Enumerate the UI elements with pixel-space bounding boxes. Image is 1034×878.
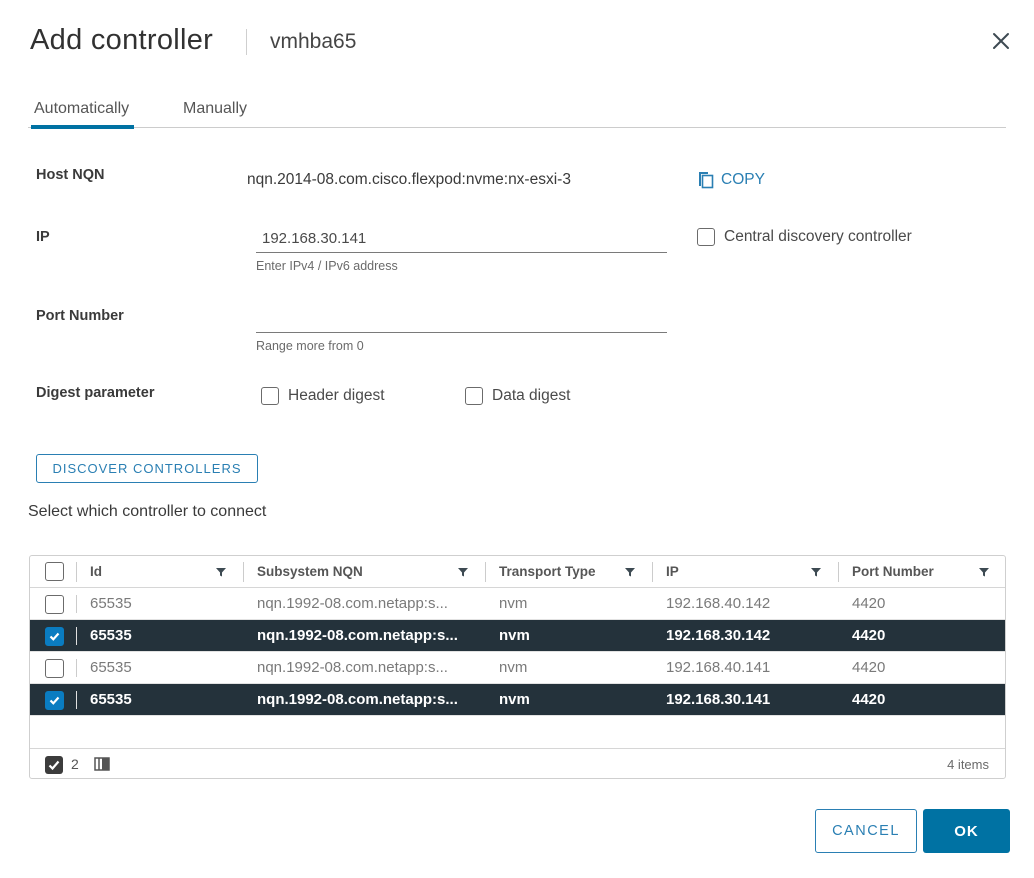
host-nqn-value: nqn.2014-08.com.cisco.flexpod:nvme:nx-es… bbox=[247, 171, 571, 188]
column-separator[interactable] bbox=[243, 562, 244, 582]
column-header-ip[interactable]: IP bbox=[666, 556, 679, 587]
cell-port-number: 4420 bbox=[852, 691, 886, 708]
checkbox-box bbox=[261, 387, 279, 405]
cancel-button[interactable]: CANCEL bbox=[815, 809, 917, 853]
table-row[interactable]: 65535 nqn.1992-08.com.netapp:s... nvm 192.1… bbox=[30, 652, 1005, 684]
check-icon bbox=[49, 696, 60, 705]
cell-port-number: 4420 bbox=[852, 659, 886, 676]
column-header-transport-type[interactable]: Transport Type bbox=[499, 556, 596, 587]
ip-input[interactable] bbox=[256, 225, 667, 253]
filter-icon[interactable] bbox=[624, 566, 636, 578]
cell-port-number: 4420 bbox=[852, 627, 886, 644]
ok-button[interactable]: OK bbox=[923, 809, 1010, 853]
grid-footer: 2 4 items bbox=[30, 748, 1005, 778]
column-separator bbox=[76, 595, 77, 613]
column-separator[interactable] bbox=[838, 562, 839, 582]
title-divider bbox=[246, 29, 247, 55]
data-digest-checkbox[interactable]: Data digest bbox=[465, 387, 570, 405]
selected-count: 2 bbox=[71, 756, 79, 772]
selected-count-checkbox bbox=[45, 756, 63, 774]
row-checkbox[interactable] bbox=[45, 691, 64, 710]
filter-icon[interactable] bbox=[810, 566, 822, 578]
table-row[interactable]: 65535 nqn.1992-08.com.netapp:s... nvm 192.1… bbox=[30, 588, 1005, 620]
cell-id: 65535 bbox=[90, 595, 132, 612]
column-separator bbox=[76, 562, 77, 582]
cell-id: 65535 bbox=[90, 691, 132, 708]
check-icon bbox=[49, 632, 60, 641]
cell-subsystem-nqn: nqn.1992-08.com.netapp:s... bbox=[257, 659, 448, 676]
port-label: Port Number bbox=[36, 308, 124, 324]
cell-subsystem-nqn: nqn.1992-08.com.netapp:s... bbox=[257, 595, 448, 612]
row-checkbox[interactable] bbox=[45, 659, 64, 678]
header-digest-checkbox[interactable]: Header digest bbox=[261, 387, 385, 405]
dialog-subtitle: vmhba65 bbox=[270, 30, 357, 53]
port-helper: Range more from 0 bbox=[256, 339, 364, 353]
checkbox-box bbox=[465, 387, 483, 405]
cell-transport-type: nvm bbox=[499, 627, 530, 644]
tab-automatically[interactable]: Automatically bbox=[30, 100, 135, 129]
controllers-grid: Id Subsystem NQN Transport Type IP Port … bbox=[29, 555, 1006, 779]
ip-label: IP bbox=[36, 229, 50, 245]
column-separator[interactable] bbox=[652, 562, 653, 582]
cell-ip: 192.168.30.142 bbox=[666, 627, 771, 644]
tab-bar: Automatically Manually bbox=[28, 96, 1006, 129]
row-checkbox[interactable] bbox=[45, 627, 64, 646]
column-toggle-icon[interactable] bbox=[94, 757, 110, 771]
copy-label: COPY bbox=[721, 171, 765, 188]
copy-button[interactable]: COPY bbox=[697, 170, 765, 190]
column-header-id[interactable]: Id bbox=[90, 556, 102, 587]
cell-transport-type: nvm bbox=[499, 659, 528, 676]
select-prompt: Select which controller to connect bbox=[28, 503, 267, 520]
table-row[interactable]: 65535 nqn.1992-08.com.netapp:s... nvm 192.1… bbox=[30, 684, 1005, 716]
filter-icon[interactable] bbox=[215, 566, 227, 578]
column-separator[interactable] bbox=[485, 562, 486, 582]
cell-id: 65535 bbox=[90, 627, 132, 644]
close-icon[interactable] bbox=[990, 30, 1012, 52]
item-count: 4 items bbox=[947, 757, 989, 772]
row-checkbox[interactable] bbox=[45, 595, 64, 614]
data-digest-label: Data digest bbox=[492, 387, 571, 404]
cell-transport-type: nvm bbox=[499, 691, 530, 708]
tab-manually[interactable]: Manually bbox=[183, 100, 247, 128]
select-all-checkbox[interactable] bbox=[45, 562, 64, 581]
filter-icon[interactable] bbox=[457, 566, 469, 578]
copy-icon bbox=[699, 172, 714, 189]
discover-controllers-button[interactable]: DISCOVER CONTROLLERS bbox=[36, 454, 258, 483]
dialog-title: Add controller bbox=[30, 24, 214, 56]
cell-subsystem-nqn: nqn.1992-08.com.netapp:s... bbox=[257, 627, 458, 644]
column-separator bbox=[76, 691, 77, 709]
header-digest-label: Header digest bbox=[288, 387, 385, 404]
cell-subsystem-nqn: nqn.1992-08.com.netapp:s... bbox=[257, 691, 458, 708]
cell-id: 65535 bbox=[90, 659, 132, 676]
grid-header: Id Subsystem NQN Transport Type IP Port … bbox=[30, 556, 1005, 588]
central-discovery-label: Central discovery controller bbox=[724, 228, 912, 245]
digest-label: Digest parameter bbox=[36, 385, 155, 401]
column-header-subsystem-nqn[interactable]: Subsystem NQN bbox=[257, 556, 363, 587]
table-row[interactable]: 65535 nqn.1992-08.com.netapp:s... nvm 192.1… bbox=[30, 620, 1005, 652]
central-discovery-checkbox[interactable]: Central discovery controller bbox=[697, 228, 912, 246]
filter-icon[interactable] bbox=[978, 566, 990, 578]
cell-ip: 192.168.40.141 bbox=[666, 659, 771, 676]
checkbox-box bbox=[697, 228, 715, 246]
cell-port-number: 4420 bbox=[852, 595, 886, 612]
ip-helper: Enter IPv4 / IPv6 address bbox=[256, 259, 398, 273]
column-separator bbox=[76, 659, 77, 677]
port-input[interactable] bbox=[256, 305, 667, 333]
host-nqn-label: Host NQN bbox=[36, 167, 105, 183]
cell-ip: 192.168.40.142 bbox=[666, 595, 771, 612]
column-header-port-number[interactable]: Port Number bbox=[852, 556, 934, 587]
column-separator bbox=[76, 627, 77, 645]
cell-transport-type: nvm bbox=[499, 595, 528, 612]
cell-ip: 192.168.30.141 bbox=[666, 691, 771, 708]
